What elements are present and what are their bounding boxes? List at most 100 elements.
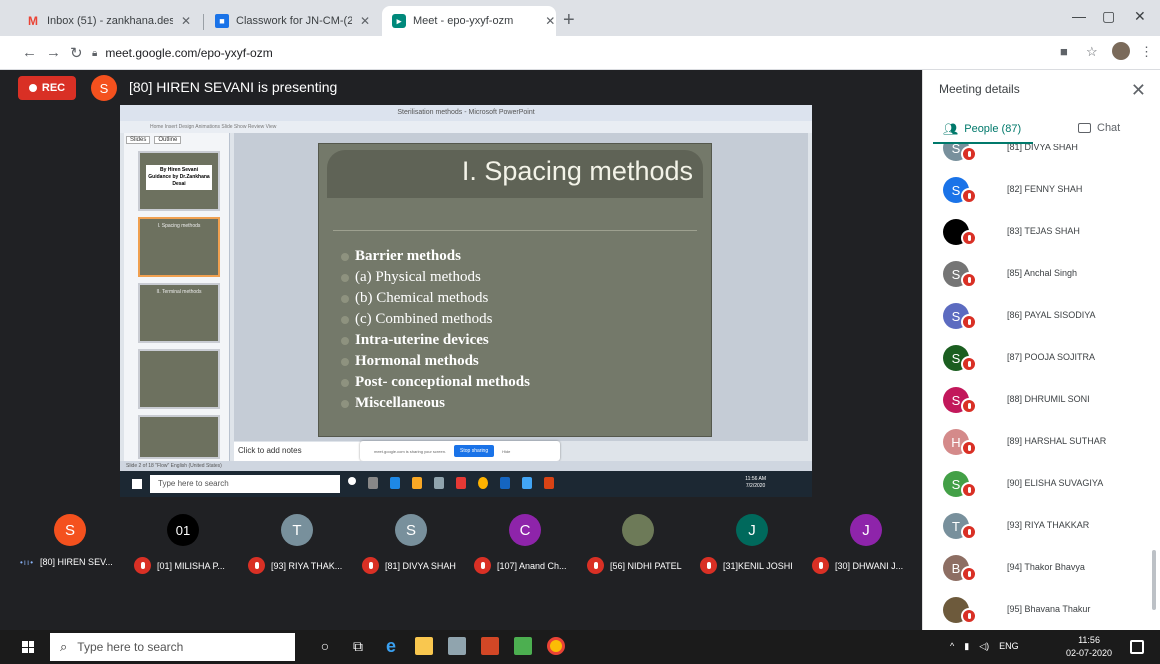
profile-avatar[interactable] [1112, 42, 1130, 60]
app-icon [522, 477, 532, 489]
presenter-avatar: S [91, 75, 117, 101]
menu-dots-icon[interactable]: ⋮ [1140, 44, 1153, 60]
tab-classroom[interactable]: ■ Classwork for JN-CM-(2018-19) - ✕ [205, 6, 380, 36]
shared-screen: Sterilisation methods - Microsoft PowerP… [120, 105, 812, 497]
participant-label: [56] NIDHI PATEL [587, 557, 682, 574]
forward-icon[interactable]: → [46, 44, 61, 61]
bullet-item: Barrier methods [341, 246, 530, 267]
list-item[interactable]: [95] Bhavana Thakur [923, 594, 1160, 630]
app-icon[interactable] [448, 637, 466, 655]
gmail-icon: M [28, 14, 38, 28]
tab-meet[interactable]: ▸ Meet - epo-yxyf-ozm ✕ [382, 6, 556, 36]
list-item[interactable]: S [88] DHRUMIL SONI [923, 384, 1160, 426]
participant-name: [82] FENNY SHAH [1007, 184, 1083, 194]
back-icon[interactable]: ← [22, 44, 37, 61]
participant-label: [107] Anand Ch... [474, 557, 567, 574]
powerpoint-status-bar: Slide 2 of 18 "Flow" English (United Sta… [120, 461, 812, 471]
list-item[interactable]: S [85] Anchal Singh [923, 258, 1160, 300]
window-close-icon[interactable]: ✕ [1134, 8, 1146, 25]
close-icon[interactable]: ✕ [173, 14, 191, 28]
list-item[interactable]: S [86] PAYAL SISODIYA [923, 300, 1160, 342]
rec-label: REC [41, 82, 66, 94]
participant-label: [01] MILISHA P... [134, 557, 225, 574]
list-item[interactable]: S [82] FENNY SHAH [923, 174, 1160, 216]
classroom-icon: ■ [215, 14, 229, 28]
chrome-icon[interactable] [547, 637, 565, 655]
participant-name: [87] POOJA SOJITRA [1007, 352, 1096, 362]
task-view-icon[interactable]: ⧉ [349, 637, 367, 655]
shared-clock: 11:56 AM 7/2/2020 [745, 476, 766, 489]
cortana-icon[interactable]: ○ [316, 637, 334, 655]
notification-icon[interactable] [1130, 640, 1144, 654]
excel-icon[interactable] [514, 637, 532, 655]
clock-time: 11:56 [1078, 635, 1100, 645]
tab-title: Classwork for JN-CM-(2018-19) - [236, 15, 352, 27]
bookmark-star-icon[interactable]: ☆ [1086, 44, 1098, 60]
list-item[interactable]: T [93] RIYA THAKKAR [923, 510, 1160, 552]
url-text: meet.google.com/epo-yxyf-ozm [105, 46, 273, 60]
chrome-icon [478, 477, 488, 489]
list-item[interactable]: S [90] ELISHA SUVAGIYA [923, 468, 1160, 510]
mic-off-icon [961, 398, 977, 414]
taskbar-clock[interactable]: 11:56 02-07-2020 [1066, 634, 1112, 660]
network-icon[interactable]: ▮ [964, 641, 969, 652]
close-icon[interactable]: ✕ [1131, 80, 1146, 101]
participant-avatar[interactable]: J [850, 514, 882, 546]
participant-avatar[interactable]: T [281, 514, 313, 546]
taskbar-search-input[interactable]: ⌕ Type here to search [50, 633, 295, 661]
participant-avatar[interactable]: 01 [167, 514, 199, 546]
windows-start-icon[interactable] [22, 641, 34, 653]
close-icon[interactable]: ✕ [539, 14, 555, 28]
reload-icon[interactable]: ↻ [70, 44, 83, 62]
list-item[interactable]: B [94] Thakor Bhavya [923, 552, 1160, 594]
mic-off-icon [362, 557, 379, 574]
close-icon[interactable]: ✕ [352, 14, 370, 28]
url-field[interactable]: 🔒︎ meet.google.com/epo-yxyf-ozm [92, 42, 1032, 64]
list-item[interactable]: S [87] POOJA SOJITRA [923, 342, 1160, 384]
screen-root: M Inbox (51) - zankhana.desai@p… ✕ ■ Cla… [0, 0, 1160, 664]
maximize-icon[interactable]: ▢ [1102, 8, 1115, 25]
language-indicator[interactable]: ENG [999, 641, 1019, 652]
participant-avatar[interactable]: C [509, 514, 541, 546]
tab-chat[interactable]: Chat [1078, 122, 1120, 134]
edge-icon[interactable]: e [382, 636, 400, 656]
participant-photo[interactable] [622, 514, 654, 546]
app-icon [456, 477, 466, 489]
bullet-item: Intra-uterine devices [341, 330, 530, 351]
list-item[interactable]: H [89] HARSHAL SUTHAR [923, 426, 1160, 468]
minimize-icon[interactable]: — [1072, 8, 1086, 24]
search-placeholder: Type here to search [77, 640, 184, 654]
file-explorer-icon[interactable] [415, 637, 433, 655]
slides-panel: Slides Outline By Hiren Sevani Guidance … [124, 133, 230, 461]
participant-avatar[interactable]: S [54, 514, 86, 546]
mic-off-icon [961, 188, 977, 204]
bullet-item: (a) Physical methods [341, 267, 530, 288]
slide-title: I. Spacing methods [461, 156, 693, 186]
mic-off-icon [961, 608, 977, 624]
new-tab-icon[interactable]: + [563, 9, 575, 32]
hide-button: Hide [502, 448, 511, 454]
shared-search-box: Type here to search [150, 475, 340, 493]
volume-icon[interactable]: ◁) [979, 641, 989, 652]
participant-label: [30] DHWANI J... [812, 557, 903, 574]
slide-thumbnail: II. Terminal methods [138, 283, 220, 343]
stop-sharing-button: Stop sharing [454, 445, 495, 457]
participant-avatar[interactable]: J [736, 514, 768, 546]
slide-thumbnail-selected: I. Spacing methods [138, 217, 220, 277]
tab-people[interactable]: 👥︎ People (87) [943, 122, 1021, 136]
camera-icon[interactable]: ■ [1060, 44, 1068, 59]
participant-avatar[interactable]: S [395, 514, 427, 546]
participant-label: [81] DIVYA SHAH [362, 557, 456, 574]
meet-icon: ▸ [392, 14, 406, 28]
panel-scrollbar[interactable] [1152, 550, 1156, 610]
presenting-status: [80] HIREN SEVANI is presenting [129, 79, 338, 95]
tab-gmail[interactable]: M Inbox (51) - zankhana.desai@p… ✕ [16, 6, 201, 36]
people-icon: 👥︎ [943, 122, 959, 136]
list-item[interactable]: [83] TEJAS SHAH [923, 216, 1160, 258]
powerpoint-icon[interactable] [481, 637, 499, 655]
edge-icon [390, 477, 400, 489]
list-item[interactable]: S [81] DIVYA SHAH [923, 144, 1160, 174]
mic-off-icon [961, 272, 977, 288]
tray-chevron-icon[interactable]: ^ [950, 641, 954, 652]
bullet-item: (b) Chemical methods [341, 288, 530, 309]
